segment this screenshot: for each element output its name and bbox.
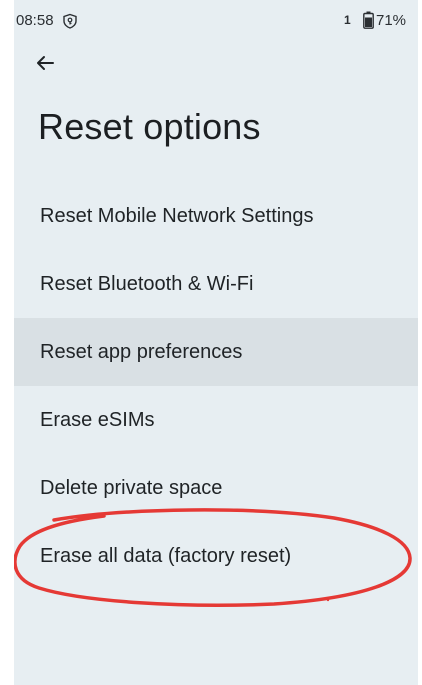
status-bar: 08:58 1 71%	[14, 0, 418, 40]
page-title: Reset options	[38, 106, 261, 147]
option-erase-esims[interactable]: Erase eSIMs	[14, 386, 418, 454]
option-label: Erase all data (factory reset)	[40, 544, 292, 567]
option-delete-private-space[interactable]: Delete private space	[14, 454, 418, 522]
status-time: 08:58	[16, 12, 54, 29]
option-label: Reset Bluetooth & Wi-Fi	[40, 272, 254, 295]
settings-screen: 08:58 1 71% Reset options Reset Mobile N…	[14, 0, 418, 685]
option-label: Reset Mobile Network Settings	[40, 204, 314, 227]
option-reset-mobile-network[interactable]: Reset Mobile Network Settings	[14, 182, 418, 250]
back-button[interactable]	[28, 48, 62, 82]
battery-icon	[363, 11, 374, 29]
sim-count: 1	[344, 13, 351, 27]
option-reset-app-preferences[interactable]: Reset app preferences	[14, 318, 418, 386]
option-label: Erase eSIMs	[40, 408, 155, 431]
option-erase-all-data[interactable]: Erase all data (factory reset)	[14, 522, 418, 590]
vpn-key-icon	[62, 13, 78, 29]
option-reset-bluetooth-wifi[interactable]: Reset Bluetooth & Wi-Fi	[14, 250, 418, 318]
reset-options-list: Reset Mobile Network Settings Reset Blue…	[14, 182, 418, 590]
arrow-back-icon	[35, 53, 55, 78]
battery-percent: 71%	[376, 12, 407, 29]
option-label: Reset app preferences	[40, 340, 243, 363]
option-label: Delete private space	[40, 476, 223, 499]
